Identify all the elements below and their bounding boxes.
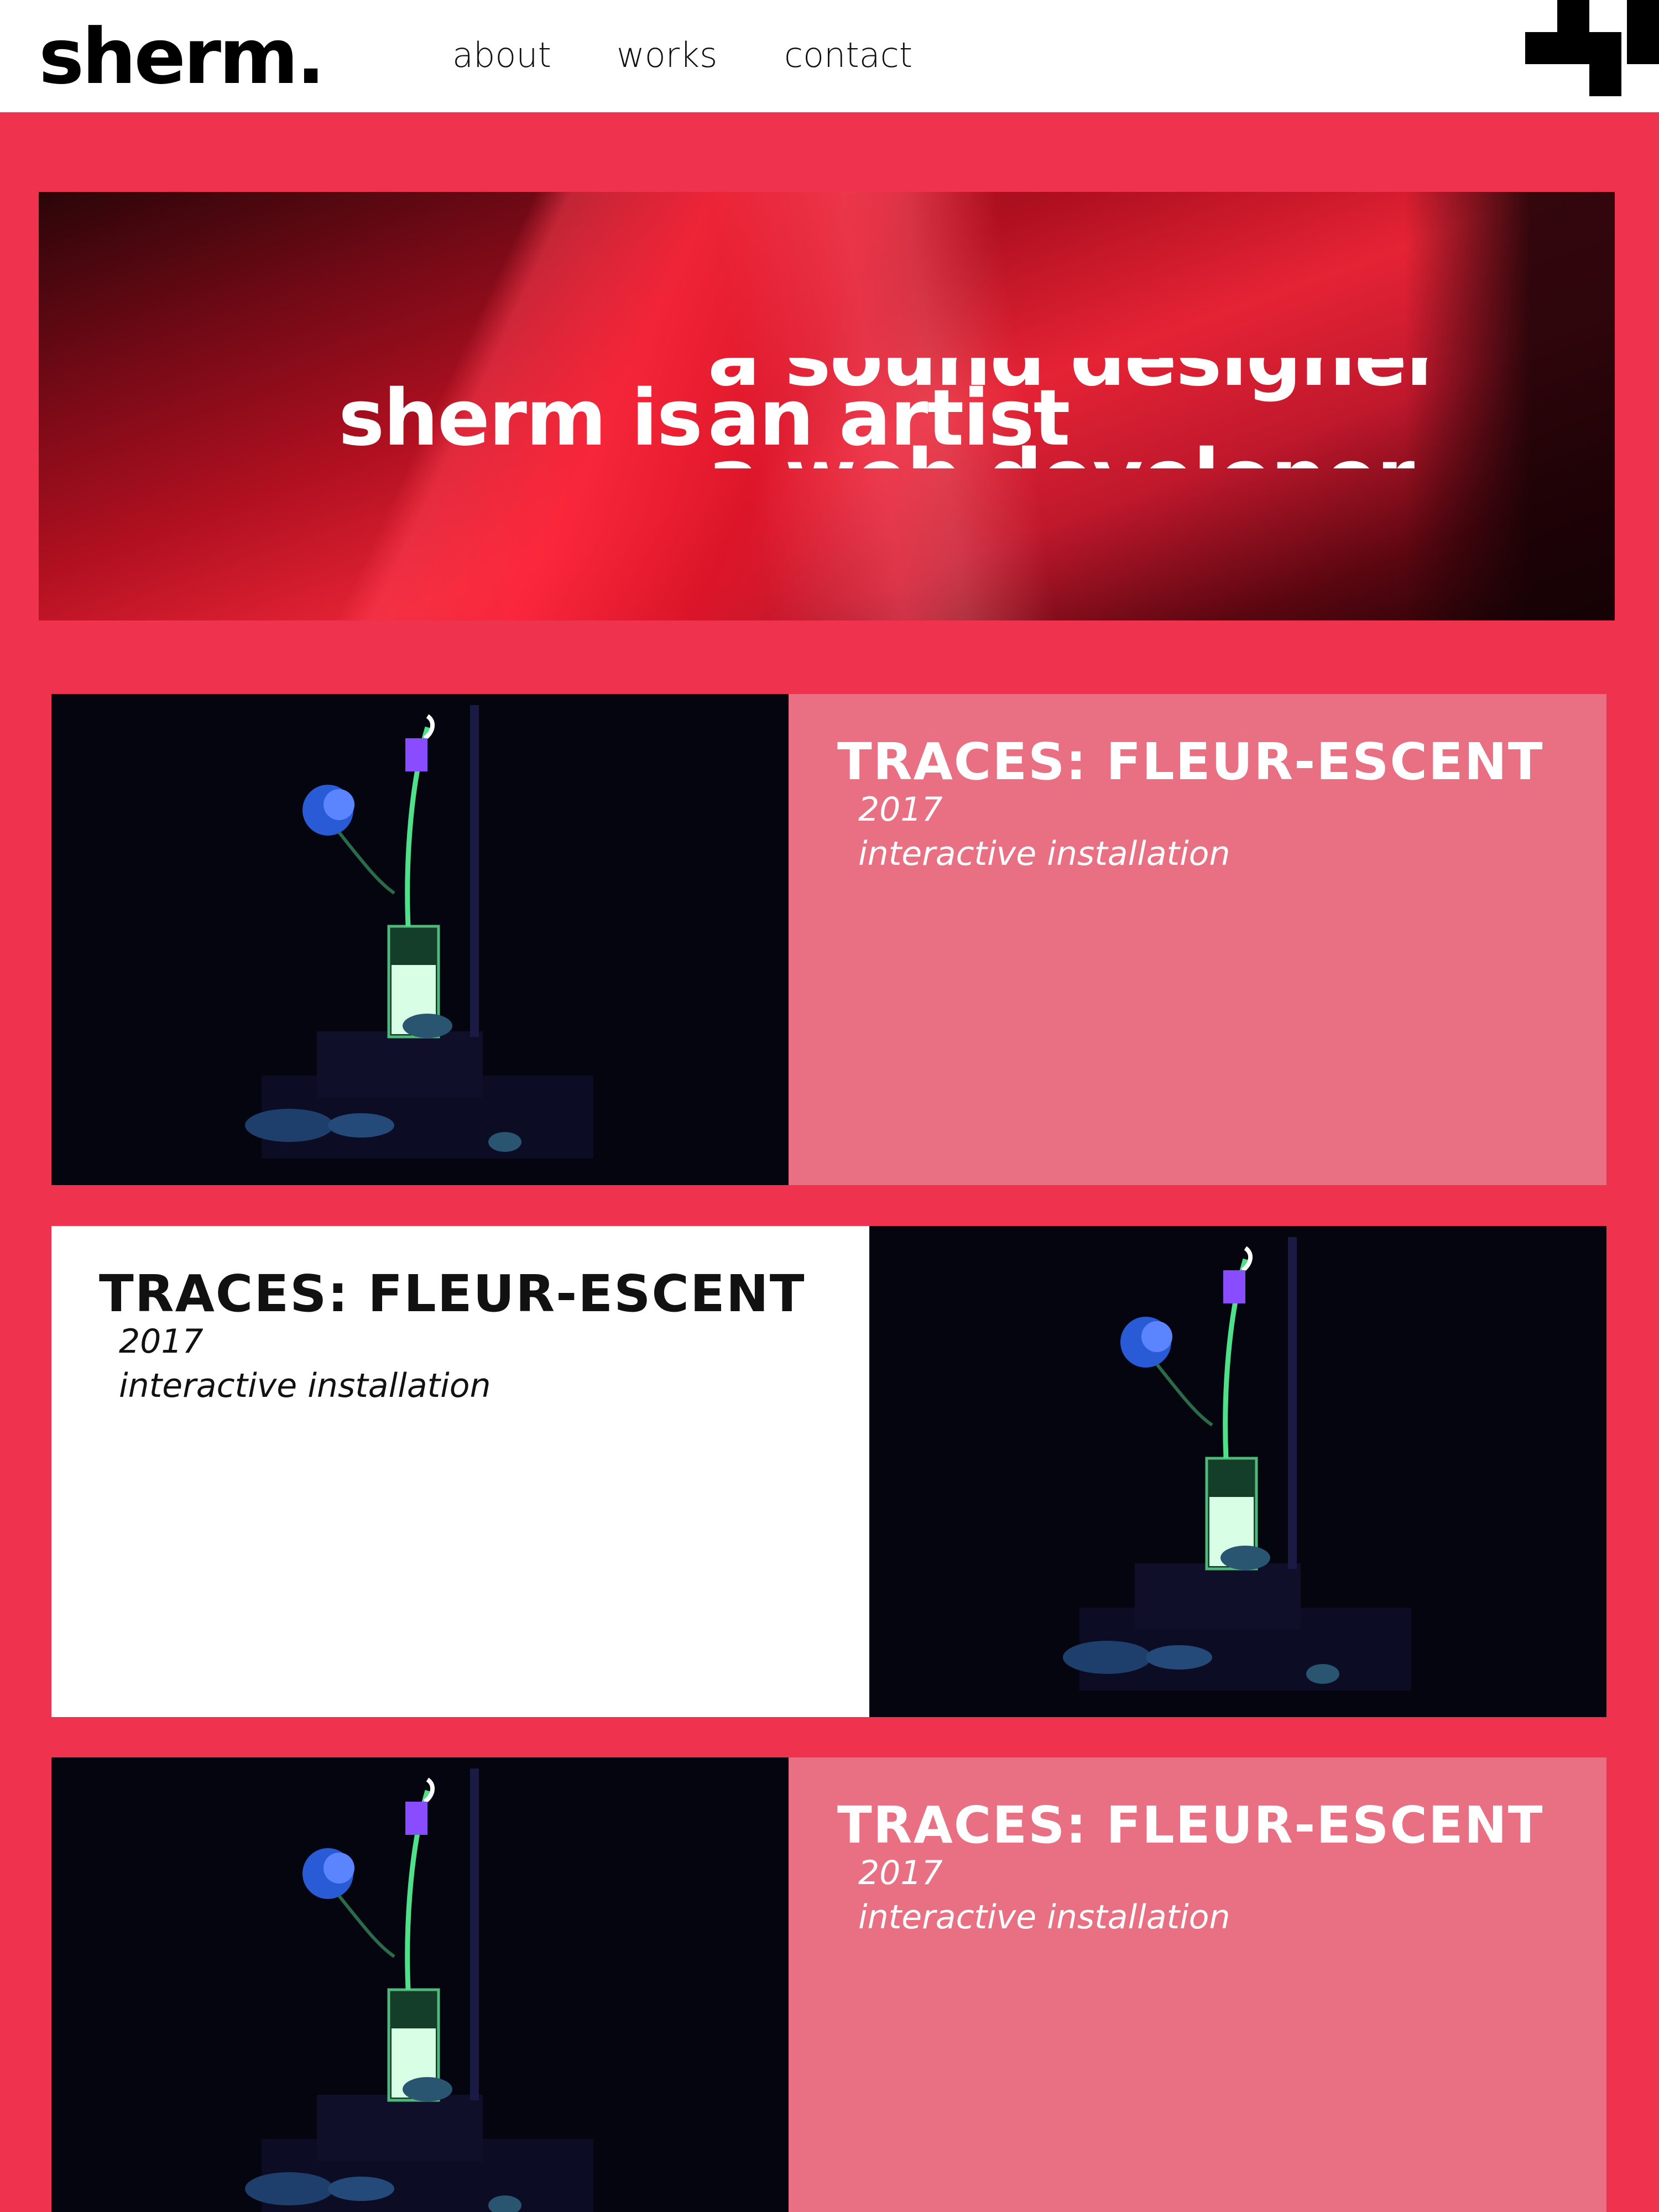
work-year: 2017 (119, 1322, 204, 1361)
work-type: interactive installation (858, 1898, 1230, 1937)
work-year: 2017 (858, 790, 943, 829)
work-card[interactable]: TRACES: FLEUR-ESCENT 2017 interactive in… (51, 1757, 1606, 2212)
hero-banner: sherm is a sound designer an artist a we… (39, 192, 1615, 620)
work-year: 2017 (858, 1854, 943, 1892)
work-info-panel: TRACES: FLEUR-ESCENT 2017 interactive in… (789, 1757, 1606, 2212)
hero-role-next: a web developer (708, 434, 1415, 469)
work-card[interactable]: TRACES: FLEUR-ESCENT 2017 interactive in… (51, 1226, 1606, 1717)
checker-logo-icon[interactable] (1525, 0, 1659, 97)
work-image[interactable] (51, 694, 789, 1185)
work-type: interactive installation (119, 1366, 491, 1405)
installation-photo (51, 694, 789, 1185)
installation-photo (869, 1226, 1606, 1717)
work-title[interactable]: TRACES: FLEUR-ESCENT (837, 732, 1544, 792)
work-image[interactable] (51, 1757, 789, 2212)
hero-prefix: sherm is (338, 373, 703, 463)
work-title[interactable]: TRACES: FLEUR-ESCENT (99, 1264, 806, 1324)
work-info-panel: TRACES: FLEUR-ESCENT 2017 interactive in… (789, 694, 1606, 1185)
nav-contact[interactable]: contact (784, 33, 912, 77)
nav-about[interactable]: about (452, 33, 551, 77)
site-header: sherm. about works contact (0, 0, 1659, 112)
installation-photo (51, 1757, 789, 2212)
nav-works[interactable]: works (617, 33, 717, 77)
work-card[interactable]: TRACES: FLEUR-ESCENT 2017 interactive in… (51, 694, 1606, 1185)
hero-role-ticker: a sound designer an artist a web develop… (708, 358, 1482, 468)
site-logo[interactable]: sherm. (39, 10, 325, 104)
work-image[interactable] (869, 1226, 1606, 1717)
work-info-panel: TRACES: FLEUR-ESCENT 2017 interactive in… (51, 1226, 869, 1717)
work-type: interactive installation (858, 834, 1230, 873)
work-title[interactable]: TRACES: FLEUR-ESCENT (837, 1795, 1544, 1856)
